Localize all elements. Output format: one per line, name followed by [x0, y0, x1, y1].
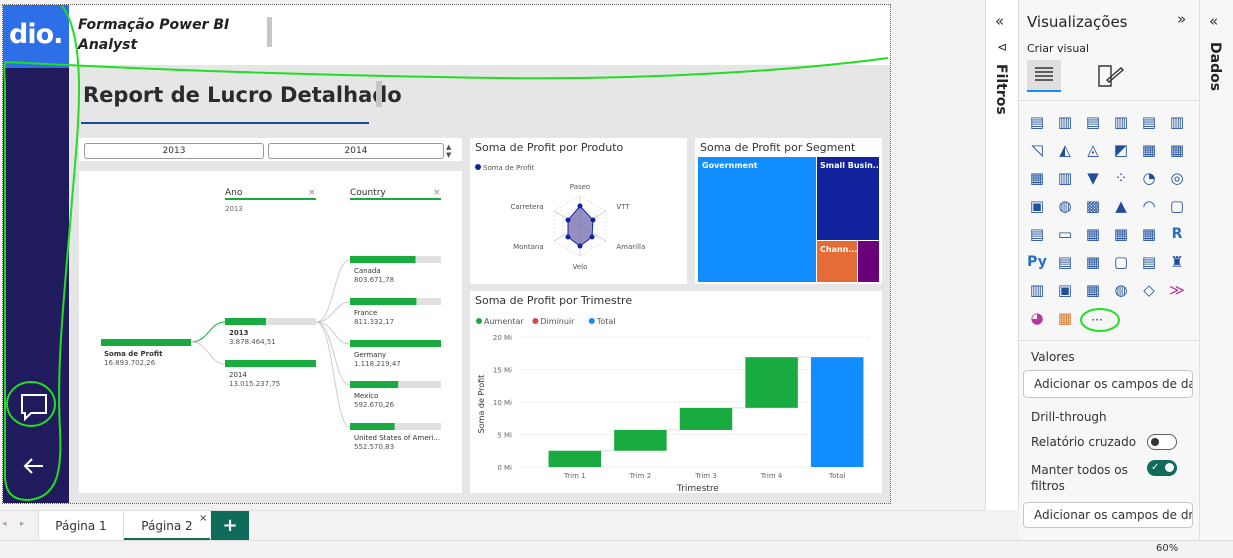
viz-divider-2	[1019, 340, 1199, 341]
visual-type-icon[interactable]: ◩	[1111, 140, 1131, 160]
status-bar: 60%	[0, 540, 1233, 558]
expand-viz-pane-icon[interactable]: »	[1177, 10, 1186, 28]
visual-type-icon[interactable]: ▢	[1167, 196, 1187, 216]
visual-type-icon[interactable]: ◬	[1083, 140, 1103, 160]
visual-type-icon[interactable]: ♜	[1167, 252, 1187, 272]
visual-type-icon[interactable]: ▲	[1111, 196, 1131, 216]
green-annotation-more	[1080, 308, 1120, 332]
zoom-level: 60%	[1156, 543, 1179, 554]
visual-type-icon[interactable]: ≫	[1167, 280, 1187, 300]
drill-through-label: Drill-through	[1031, 410, 1107, 424]
visual-type-icon[interactable]: ◠	[1139, 196, 1159, 216]
tab-pagina-2[interactable]: Página 2	[124, 511, 210, 541]
keep-filters-check-icon: ✓	[1151, 462, 1160, 473]
visual-type-icon[interactable]: ▦	[1167, 140, 1187, 160]
format-visual-icon[interactable]	[1095, 62, 1125, 90]
visual-type-icon[interactable]: ◹	[1027, 140, 1047, 160]
visual-type-icon[interactable]: Py	[1027, 252, 1047, 272]
visual-type-icon[interactable]: ▼	[1083, 168, 1103, 188]
tab-pagina-1[interactable]: Página 1	[38, 511, 124, 541]
filters-pane[interactable]: « ⊲ Filtros	[985, 0, 1019, 510]
visual-type-icon[interactable]: ▣	[1055, 280, 1075, 300]
visual-type-icon[interactable]: ▤	[1055, 252, 1075, 272]
visual-type-icon[interactable]: R	[1167, 224, 1187, 244]
cross-report-toggle-knob	[1151, 438, 1159, 446]
visual-type-icon[interactable]: ▩	[1083, 196, 1103, 216]
visual-type-icon[interactable]: ▣	[1027, 196, 1047, 216]
data-pane[interactable]: « Dados	[1200, 0, 1233, 540]
viz-pane-subtitle: Criar visual	[1027, 42, 1090, 55]
visual-type-icon[interactable]: ▦	[1111, 224, 1131, 244]
visual-type-icon[interactable]: ▤	[1139, 252, 1159, 272]
visualizations-pane: Visualizações » Criar visual ▤ ▥ ▤ ▥ ▤ ▥ ◹ ◭ ◬ ◩ ▦…	[1019, 0, 1200, 540]
visual-type-icon[interactable]: ▥	[1167, 112, 1187, 132]
visual-type-icon[interactable]: ▦	[1139, 140, 1159, 160]
visual-type-icon[interactable]: ▦	[1055, 308, 1075, 328]
visual-type-icon[interactable]: ⁘	[1111, 168, 1131, 188]
tabs-scroll-left-icon[interactable]: ◂	[2, 519, 7, 529]
page-tabs-bar: ◂ ▸ Página 1 Página 2 × +	[0, 510, 985, 541]
collapse-data-icon[interactable]: «	[1209, 12, 1218, 30]
visual-type-icon[interactable]: ▭	[1055, 224, 1075, 244]
visual-type-icon[interactable]: ◕	[1027, 308, 1047, 328]
visual-type-icon[interactable]: ◍	[1111, 280, 1131, 300]
visual-type-icon[interactable]: ◔	[1139, 168, 1159, 188]
visual-type-icon[interactable]: ▤	[1027, 112, 1047, 132]
collapse-filters-icon[interactable]: «	[995, 12, 1004, 30]
values-drop-field[interactable]: Adicionar os campos de da...	[1023, 370, 1193, 398]
viz-divider	[1019, 100, 1199, 101]
viz-pane-title: Visualizações	[1027, 13, 1128, 31]
keep-filters-toggle-knob	[1165, 463, 1174, 472]
drill-through-drop-field[interactable]: Adicionar os campos de dr...	[1023, 502, 1193, 528]
visual-type-icon[interactable]: ▤	[1139, 112, 1159, 132]
green-annotation	[3, 5, 889, 502]
visual-type-icon[interactable]: ▤	[1083, 112, 1103, 132]
visual-type-icon[interactable]: ▦	[1027, 168, 1047, 188]
visual-type-icon[interactable]: ▦	[1083, 224, 1103, 244]
visual-type-icon[interactable]: ▦	[1083, 252, 1103, 272]
filters-pane-label: Filtros	[993, 64, 1009, 115]
keep-filters-toggle[interactable]: ✓	[1147, 460, 1177, 476]
build-visual-icon[interactable]	[1027, 60, 1061, 92]
filter-icon: ⊲	[997, 40, 1008, 54]
visual-type-icon[interactable]: ▢	[1111, 252, 1131, 272]
visual-type-icon[interactable]: ▦	[1083, 280, 1103, 300]
visual-type-icon[interactable]: ▥	[1027, 280, 1047, 300]
visual-type-icon[interactable]: ▦	[1139, 224, 1159, 244]
add-page-button[interactable]: +	[211, 511, 249, 541]
visual-type-icon[interactable]: ◍	[1055, 196, 1075, 216]
visual-type-icon[interactable]: ▥	[1055, 112, 1075, 132]
tabs-scroll-right-icon[interactable]: ▸	[20, 519, 25, 529]
visual-type-icon[interactable]: ▥	[1055, 168, 1075, 188]
values-label: Valores	[1031, 350, 1075, 364]
data-pane-label: Dados	[1207, 42, 1223, 92]
cross-report-toggle[interactable]	[1147, 434, 1177, 450]
close-tab-icon[interactable]: ×	[199, 513, 207, 524]
report-canvas: dio. Formação Power BI Analyst Report de…	[0, 0, 985, 510]
visual-type-icon[interactable]: ▥	[1111, 112, 1131, 132]
visual-type-icon[interactable]: ◭	[1055, 140, 1075, 160]
visual-type-icon[interactable]: ◇	[1139, 280, 1159, 300]
visual-type-icon[interactable]: ◎	[1167, 168, 1187, 188]
cross-report-label: Relatório cruzado	[1031, 435, 1137, 449]
keep-filters-label: Manter todos os filtros	[1031, 463, 1128, 493]
visual-type-icon[interactable]: ▤	[1027, 224, 1047, 244]
